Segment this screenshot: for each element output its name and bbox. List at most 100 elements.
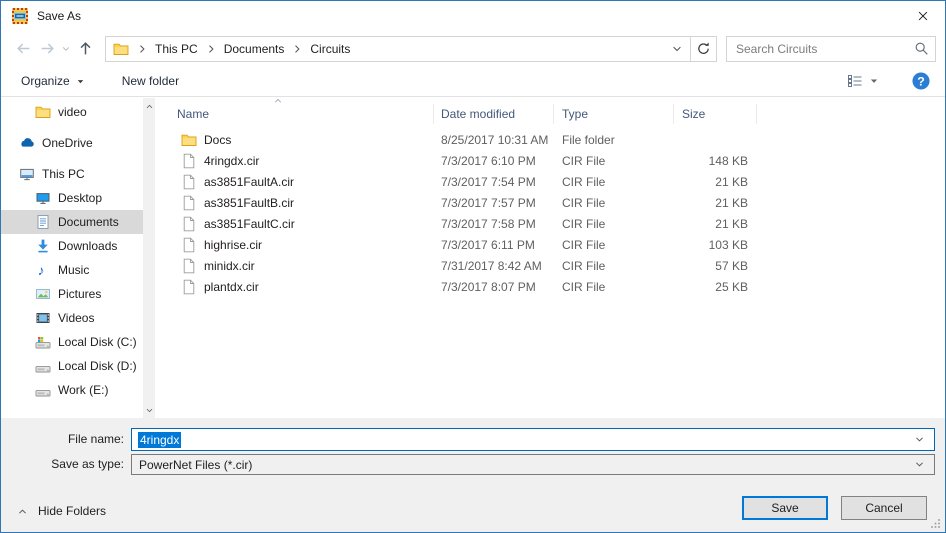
sidebar-item[interactable]: Local Disk (C:) <box>1 330 143 354</box>
forward-arrow-icon <box>39 40 56 57</box>
column-header-type[interactable]: Type <box>554 104 674 124</box>
chevron-right-icon <box>136 43 148 55</box>
chevron-down-icon <box>145 406 154 415</box>
sidebar-item[interactable]: Local Disk (D:) <box>1 354 143 378</box>
sidebar-item[interactable]: Music <box>1 258 143 282</box>
dialog-footer: File name: 4ringdx Save as type: PowerNe… <box>1 418 945 532</box>
chevron-right-icon <box>291 43 303 55</box>
help-button[interactable] <box>912 72 930 90</box>
onedrive-icon <box>19 135 35 151</box>
disk-icon <box>35 358 51 374</box>
sort-ascending-icon <box>273 96 283 106</box>
videos-icon <box>35 310 51 326</box>
details-view-icon <box>847 73 863 89</box>
hide-folders-button[interactable]: Hide Folders <box>17 499 106 523</box>
sidebar-item[interactable]: Videos <box>1 306 143 330</box>
organize-button[interactable]: Organize <box>21 74 85 88</box>
pictures-icon <box>35 286 51 302</box>
close-icon <box>916 9 930 23</box>
sidebar-item-label: Documents <box>58 215 119 229</box>
address-bar-controls <box>664 37 690 61</box>
file-type: CIR File <box>562 195 606 210</box>
sidebar-item[interactable]: Downloads <box>1 234 143 258</box>
documents-icon <box>35 214 51 230</box>
file-row[interactable]: Docs 8/25/2017 10:31 AM File folder <box>157 129 945 150</box>
search-box <box>726 35 936 62</box>
file-type: File folder <box>562 132 615 147</box>
file-row[interactable]: highrise.cir 7/3/2017 6:11 PM CIR File 1… <box>157 234 945 255</box>
scroll-up-button[interactable] <box>143 99 155 113</box>
chevron-down-icon[interactable] <box>914 434 925 445</box>
sidebar-item-label: OneDrive <box>42 136 93 150</box>
title-bar: Save As <box>1 1 945 31</box>
file-date-modified: 7/3/2017 6:10 PM <box>441 153 536 168</box>
cancel-button[interactable]: Cancel <box>841 496 927 520</box>
breadcrumb-segment[interactable]: Documents <box>203 42 290 56</box>
column-header-size[interactable]: Size <box>674 104 757 124</box>
file-row[interactable]: plantdx.cir 7/3/2017 8:07 PM CIR File 25… <box>157 276 945 297</box>
breadcrumb-segment[interactable]: This PC <box>134 42 203 56</box>
search-input[interactable] <box>736 41 914 56</box>
file-row[interactable]: as3851FaultA.cir 7/3/2017 7:54 PM CIR Fi… <box>157 171 945 192</box>
sidebar-item-label: Music <box>58 263 90 277</box>
breadcrumb-segment[interactable]: Circuits <box>289 42 355 56</box>
file-name-label: File name: <box>67 432 124 446</box>
sidebar-item-label: This PC <box>42 167 85 181</box>
column-header-date-modified[interactable]: Date modified <box>434 104 554 124</box>
sidebar-item[interactable]: Work (E:) <box>1 378 143 402</box>
up-button[interactable] <box>73 37 97 61</box>
column-header-name[interactable]: Name <box>157 104 434 124</box>
sidebar-item-label: Desktop <box>58 191 103 205</box>
file-date-modified: 7/3/2017 7:58 PM <box>441 216 536 231</box>
back-arrow-icon <box>15 40 32 57</box>
file-icon <box>181 237 197 253</box>
address-dropdown-button[interactable] <box>664 37 690 61</box>
location-folder-icon <box>113 41 129 57</box>
up-arrow-icon <box>77 40 94 57</box>
file-row[interactable]: as3851FaultC.cir 7/3/2017 7:58 PM CIR Fi… <box>157 213 945 234</box>
file-row[interactable]: 4ringdx.cir 7/3/2017 6:10 PM CIR File 14… <box>157 150 945 171</box>
save-as-dialog: Save As This PC Documents Circuits Searc… <box>0 0 946 533</box>
sidebar-item[interactable]: OneDrive <box>1 131 143 155</box>
sidebar-item[interactable]: Pictures <box>1 282 143 306</box>
chevron-right-icon <box>205 43 217 55</box>
sidebar-item[interactable]: video <box>1 100 143 124</box>
music-icon <box>35 262 51 278</box>
folder-icon <box>35 104 51 120</box>
chevron-up-icon <box>145 102 154 111</box>
chevron-down-icon <box>869 76 879 86</box>
resize-grip[interactable] <box>930 518 941 529</box>
desktop-icon <box>35 190 51 206</box>
file-icon <box>181 258 197 274</box>
sidebar-item[interactable]: This PC <box>1 162 143 186</box>
address-bar[interactable]: This PC Documents Circuits <box>105 35 691 62</box>
refresh-button[interactable] <box>690 35 717 62</box>
sidebar-item-label: Local Disk (D:) <box>58 359 137 373</box>
file-icon <box>181 174 197 190</box>
save-as-type-label: Save as type: <box>51 457 124 471</box>
file-row[interactable]: minidx.cir 7/31/2017 8:42 AM CIR File 57… <box>157 255 945 276</box>
save-as-type-select[interactable]: PowerNet Files (*.cir) <box>131 454 935 475</box>
sidebar-scrollbar[interactable] <box>143 98 155 418</box>
back-button[interactable] <box>11 37 35 61</box>
file-name: as3851FaultB.cir <box>204 195 295 210</box>
file-type: CIR File <box>562 153 606 168</box>
file-row[interactable]: as3851FaultB.cir 7/3/2017 7:57 PM CIR Fi… <box>157 192 945 213</box>
close-button[interactable] <box>900 1 945 31</box>
folder-icon <box>181 132 197 148</box>
file-icon <box>181 153 197 169</box>
forward-button[interactable] <box>35 37 59 61</box>
save-button[interactable]: Save <box>742 496 828 520</box>
file-type: CIR File <box>562 216 606 231</box>
chevron-down-icon <box>61 44 71 54</box>
file-name-input[interactable]: 4ringdx <box>131 428 935 451</box>
new-folder-button[interactable]: New folder <box>122 74 179 88</box>
recent-locations-button[interactable] <box>59 37 73 61</box>
file-size: 25 KB <box>715 279 748 294</box>
change-view-button[interactable] <box>847 73 879 89</box>
sidebar-item[interactable]: Desktop <box>1 186 143 210</box>
sidebar-item[interactable]: Documents <box>1 210 143 234</box>
scroll-down-button[interactable] <box>143 403 155 417</box>
save-as-type-value: PowerNet Files (*.cir) <box>139 457 253 472</box>
file-size: 21 KB <box>715 195 748 210</box>
